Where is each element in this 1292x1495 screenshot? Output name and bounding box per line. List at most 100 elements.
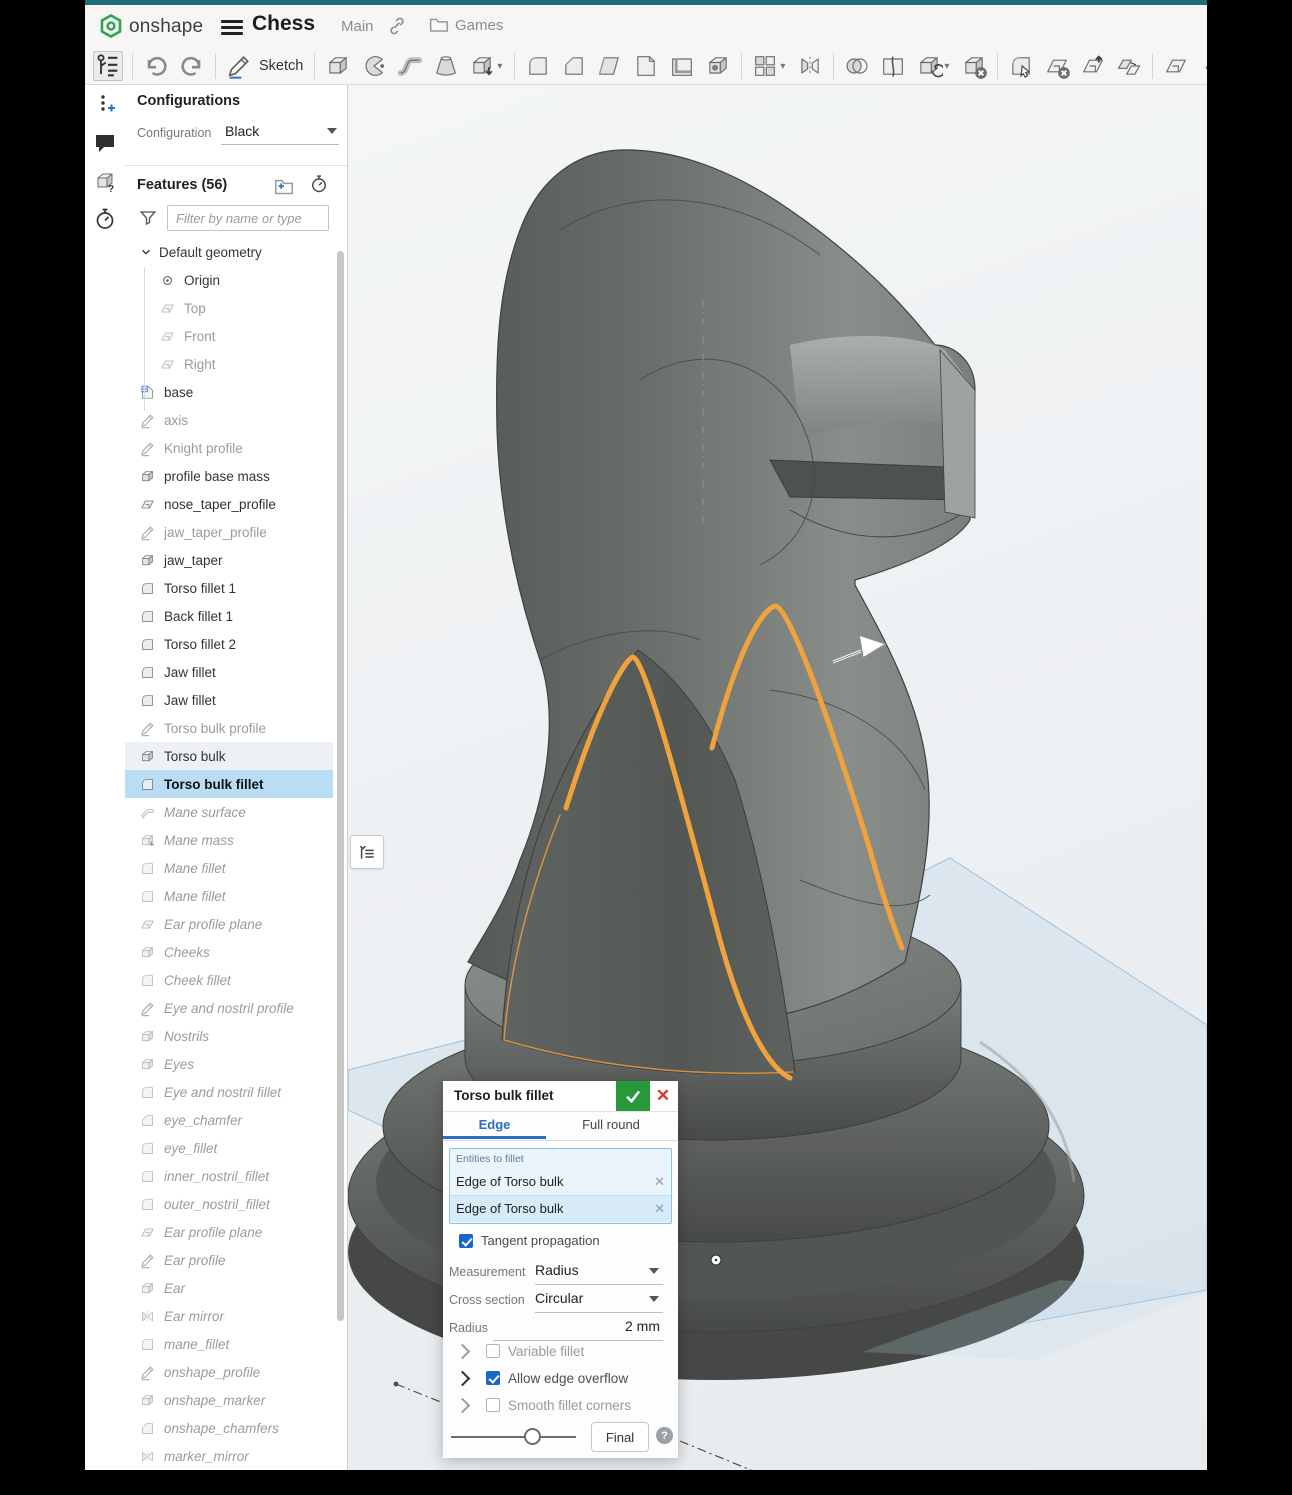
rollback-slider-track[interactable] [451,1436,576,1438]
feature-row-outer-nostril-fillet[interactable]: outer_nostril_fillet [125,1190,333,1218]
feature-row-torso-fillet-2[interactable]: Torso fillet 2 [125,630,333,658]
tangent-checkbox[interactable] [459,1234,473,1248]
graphics-viewport[interactable]: Torso bulk fillet ✕ Edge Full round Enti… [348,85,1207,1470]
feature-row-jaw-taper[interactable]: jaw_taper [125,546,333,574]
feature-row-ear-profile-plane[interactable]: Ear profile plane [125,1218,333,1246]
version-graph-icon[interactable] [93,93,117,117]
remove-entity-icon[interactable]: ✕ [654,1196,665,1222]
sketch-button[interactable] [225,52,253,80]
add-folder-icon[interactable] [273,177,295,195]
feature-row-torso-bulk[interactable]: Torso bulk [125,742,333,770]
feature-row-nostrils[interactable]: Nostrils [125,1022,333,1050]
linear-pattern-button[interactable] [751,52,779,80]
feature-row-mane-fillet[interactable]: Mane fillet [125,882,333,910]
loft-button[interactable] [432,52,460,80]
replace-face-button[interactable] [1115,52,1143,80]
transform-button[interactable] [915,52,943,80]
document-title[interactable]: Chess [252,12,315,36]
tab-edge[interactable]: Edge [443,1111,546,1139]
feature-row-cheeks[interactable]: Cheeks [125,938,333,966]
fillet-button[interactable] [524,52,552,80]
move-face-button[interactable] [1079,52,1107,80]
feature-row-mane-surface[interactable]: Mane surface [125,798,333,826]
rib-button[interactable] [632,52,660,80]
tangent-propagation-row[interactable]: Tangent propagation [451,1233,600,1248]
feature-row-knight-profile[interactable]: Knight profile [125,434,333,462]
feature-row-ear-profile-plane[interactable]: Ear profile plane [125,910,333,938]
scrollbar-thumb[interactable] [337,251,344,1321]
stopwatch-icon[interactable] [93,207,117,231]
redo-button[interactable] [178,52,206,80]
chevron-down-icon[interactable] [649,1268,659,1274]
feature-row-inner-nostril-fillet[interactable]: inner_nostril_fillet [125,1162,333,1190]
final-button[interactable]: Final [591,1422,649,1452]
tab-full-round[interactable]: Full round [546,1111,676,1139]
feature-row-back-fillet-1[interactable]: Back fillet 1 [125,602,333,630]
feature-filter-input[interactable] [167,205,329,231]
feature-row-torso-bulk-fillet[interactable]: Torso bulk fillet [125,770,333,798]
feature-row-nose-taper-profile[interactable]: nose_taper_profile [125,490,333,518]
comment-icon[interactable] [93,131,117,155]
feature-row-default-geometry[interactable]: Default geometry [125,238,333,266]
split-button[interactable] [879,52,907,80]
delete-part-button[interactable] [960,52,988,80]
thicken-button[interactable] [468,52,496,80]
chevron-right-icon[interactable] [455,1343,471,1359]
chevron-right-icon[interactable] [455,1397,471,1413]
draft-button[interactable] [596,52,624,80]
feature-row-ear-mirror[interactable]: Ear mirror [125,1302,333,1330]
feature-row-marker-mirror[interactable]: marker_mirror [125,1442,333,1470]
sketch-label[interactable]: Sketch [259,58,303,74]
filter-icon[interactable] [139,209,157,227]
feature-row-jaw-taper-profile[interactable]: jaw_taper_profile [125,518,333,546]
feature-row-origin[interactable]: Origin [125,266,333,294]
hole-button[interactable] [704,52,732,80]
chevron-down-icon[interactable] [649,1296,659,1302]
revolve-button[interactable] [360,52,388,80]
plane-button[interactable] [1162,52,1190,80]
delete-face-button[interactable] [1043,52,1071,80]
entity-row[interactable]: Edge of Torso bulk ✕ [450,1196,671,1222]
feature-row-eye-fillet[interactable]: eye_fillet [125,1134,333,1162]
feature-row-mane-mass[interactable]: Mane mass [125,826,333,854]
boolean-button[interactable] [843,52,871,80]
feature-row-base[interactable]: base [125,378,333,406]
feature-row-onshape-marker[interactable]: onshape_marker [125,1386,333,1414]
dialog-header[interactable]: Torso bulk fillet ✕ [443,1081,678,1112]
onshape-logo-icon[interactable] [99,14,123,38]
feature-row-eyes[interactable]: Eyes [125,1050,333,1078]
feature-list-button[interactable] [93,51,123,81]
feature-row-ear[interactable]: Ear [125,1274,333,1302]
chevron-down-icon[interactable]: ▾ [780,52,790,80]
sweep-button[interactable] [396,52,424,80]
rollback-list-toggle-button[interactable] [350,835,384,869]
feature-row-jaw-fillet[interactable]: Jaw fillet [125,658,333,686]
part-question-icon[interactable]: ? [93,169,117,193]
feature-row-profile-base-mass[interactable]: profile base mass [125,462,333,490]
undo-button[interactable] [142,52,170,80]
chamfer-button[interactable] [560,52,588,80]
feature-row-ear-profile[interactable]: Ear profile [125,1246,333,1274]
rollback-slider-knob[interactable] [524,1428,541,1445]
feature-row-mane-fillet[interactable]: Mane fillet [125,854,333,882]
option-smooth-fillet-corners[interactable]: Smooth fillet corners [449,1393,672,1417]
feature-row-jaw-fillet[interactable]: Jaw fillet [125,686,333,714]
entities-to-fillet-box[interactable]: Entities to fillet Edge of Torso bulk ✕ … [449,1148,672,1224]
shell-button[interactable] [668,52,696,80]
radius-value[interactable]: 2 mm [625,1318,660,1334]
option-checkbox[interactable] [486,1398,500,1412]
feature-row-mane-fillet[interactable]: mane_fillet [125,1330,333,1358]
option-checkbox[interactable] [486,1344,500,1358]
document-menu-button[interactable] [221,17,243,35]
configuration-dropdown[interactable]: Black [221,120,339,145]
remove-entity-icon[interactable]: ✕ [654,1169,665,1195]
feature-row-eye-chamfer[interactable]: eye_chamfer [125,1106,333,1134]
chevron-down-icon[interactable]: ▾ [497,52,507,80]
help-icon[interactable]: ? [656,1427,673,1444]
option-variable-fillet[interactable]: Variable fillet [449,1339,672,1363]
option-allow-edge-overflow[interactable]: Allow edge overflow [449,1366,672,1390]
mate-connector-button[interactable] [1198,52,1207,80]
chevron-down-icon[interactable] [139,245,153,259]
feature-row-axis[interactable]: axis [125,406,333,434]
chevron-down-icon[interactable]: ▾ [944,52,954,80]
